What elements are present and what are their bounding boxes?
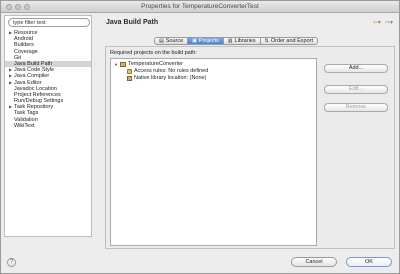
category-label: Java Compiler: [14, 73, 50, 80]
arrow-right-icon[interactable]: ⇨▾: [385, 20, 393, 26]
project-name: TemperatureConverter: [127, 61, 183, 67]
help-button[interactable]: ?: [7, 258, 16, 267]
category-label: Java Editor: [14, 79, 42, 86]
title-bar: Properties for TemperatureConverterTest: [1, 1, 399, 13]
native-library-text: Native library location: (None): [134, 75, 207, 81]
page-header: Java Build Path ⇦▾ ⇨▾: [96, 15, 399, 33]
category-label: Git: [14, 54, 22, 61]
category-label: Android: [14, 36, 33, 43]
category-label: Task Repository: [14, 104, 54, 111]
cancel-button[interactable]: Cancel: [291, 257, 337, 267]
projects-tree[interactable]: ▼ TemperatureConverter Access rules: No …: [110, 58, 317, 246]
category-label: Java Code Style: [14, 67, 55, 74]
tab-label: Order and Export: [270, 37, 313, 44]
category-label: Coverage: [14, 48, 38, 55]
add-button[interactable]: Add...: [324, 64, 388, 73]
category-label: Validation: [14, 116, 38, 123]
category-list: ▶ Resource Android Builders Coverage Git …: [5, 30, 91, 129]
tab-source[interactable]: ▤ Source: [154, 37, 189, 45]
tree-row-native-library[interactable]: Native library location: (None): [127, 75, 206, 82]
window-title: Properties for TemperatureConverterTest: [141, 3, 259, 10]
ok-button[interactable]: OK: [346, 257, 392, 267]
build-path-content: ▤ Source ▣ Projects ▥ Libraries ⇅ Order and …: [96, 34, 399, 249]
history-nav: ⇦▾ ⇨▾: [373, 19, 393, 26]
access-rules-icon: [127, 69, 132, 74]
category-label: WikiText: [14, 122, 35, 129]
category-label: Task Tags: [14, 110, 39, 117]
edit-button[interactable]: Edit...: [324, 85, 388, 94]
category-pane: type filter text ▶ Resource Android Build…: [4, 15, 92, 237]
category-label: Project References: [14, 91, 61, 98]
collapse-arrow-icon[interactable]: ▼: [114, 61, 118, 68]
order-export-icon: ⇅: [264, 37, 269, 44]
tab-label: Source: [165, 37, 184, 44]
category-label: Java Build Path: [14, 60, 53, 67]
tab-projects[interactable]: ▣ Projects: [188, 37, 224, 45]
arrow-left-icon[interactable]: ⇦▾: [373, 20, 381, 26]
category-item-wikitext[interactable]: WikiText: [5, 123, 91, 129]
projects-panel: Required projects on the build path: ▼ T…: [105, 46, 395, 249]
tree-row-project[interactable]: ▼ TemperatureConverter: [114, 61, 183, 68]
tab-bar: ▤ Source ▣ Projects ▥ Libraries ⇅ Order and …: [154, 37, 318, 45]
project-icon: ▣: [192, 37, 197, 44]
filter-input[interactable]: type filter text: [8, 18, 90, 27]
tab-label: Libraries: [234, 37, 256, 44]
tab-label: Projects: [198, 37, 219, 44]
project-folder-icon: [119, 62, 126, 67]
tab-libraries[interactable]: ▥ Libraries: [223, 37, 261, 45]
category-label: Run/Debug Settings: [14, 98, 64, 105]
category-label: Javadoc Location: [14, 85, 57, 92]
page-title: Java Build Path: [106, 19, 159, 26]
category-label: Resource: [14, 30, 38, 36]
source-folder-icon: ▤: [159, 37, 164, 44]
properties-window: Properties for TemperatureConverterTest …: [0, 0, 400, 274]
required-projects-label: Required projects on the build path:: [110, 50, 197, 56]
tree-row-access-rules[interactable]: Access rules: No rules defined: [127, 68, 208, 75]
access-rules-text: Access rules: No rules defined: [134, 68, 209, 74]
remove-button[interactable]: Remove: [324, 103, 388, 112]
tab-order-and-export[interactable]: ⇅ Order and Export: [260, 37, 318, 45]
category-label: Builders: [14, 42, 34, 49]
library-icon: ▥: [227, 37, 233, 44]
native-library-icon: [127, 76, 132, 81]
